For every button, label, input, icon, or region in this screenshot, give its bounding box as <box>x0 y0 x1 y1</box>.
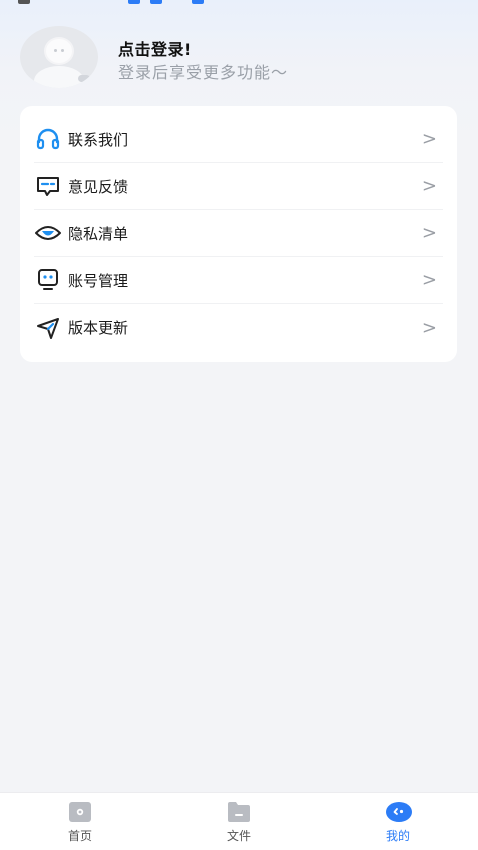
login-title[interactable]: 点击登录! <box>118 36 192 60</box>
app-notify-icon <box>128 0 140 4</box>
bottom-nav: 首页 文件 我的 <box>0 792 478 850</box>
menu-item-contact-us[interactable]: 联系我们 > <box>34 116 443 163</box>
menu-item-version-update[interactable]: 版本更新 > <box>34 304 443 351</box>
menu-item-label: 版本更新 <box>68 319 129 337</box>
feedback-icon <box>34 172 62 200</box>
folder-icon <box>226 801 252 823</box>
tab-home[interactable]: 首页 <box>40 799 120 847</box>
menu-item-account-management[interactable]: 账号管理 > <box>34 257 443 304</box>
eye-icon <box>34 219 62 247</box>
chevron-right-icon: > <box>421 317 437 338</box>
account-icon <box>34 266 62 294</box>
send-icon <box>34 314 62 342</box>
menu-item-label: 意见反馈 <box>68 177 129 196</box>
home-icon <box>67 801 93 823</box>
tab-files[interactable]: 文件 <box>199 799 279 847</box>
app-screen: 点击登录! 登录后享受更多功能～ 联系我们 > 意见反馈 > 隐私清单 > 账号… <box>0 0 478 850</box>
login-header[interactable]: 点击登录! 登录后享受更多功能～ <box>20 24 460 92</box>
chevron-right-icon: > <box>421 269 437 291</box>
app-notify-icon <box>150 0 162 4</box>
chevron-right-icon: > <box>421 128 437 150</box>
tab-label: 文件 <box>226 829 251 843</box>
headset-icon <box>34 125 62 153</box>
chevron-right-icon: > <box>421 222 437 244</box>
menu-item-label: 隐私清单 <box>68 224 129 243</box>
tab-label: 我的 <box>385 829 410 843</box>
menu-item-privacy-list[interactable]: 隐私清单 > <box>34 210 443 257</box>
avatar[interactable] <box>20 26 98 88</box>
menu-item-label: 联系我们 <box>68 130 129 149</box>
menu-item-feedback[interactable]: 意见反馈 > <box>34 163 443 210</box>
signal-icon <box>18 0 30 4</box>
app-notify-icon <box>192 0 204 4</box>
menu-item-label: 账号管理 <box>68 271 129 290</box>
tab-label: 首页 <box>67 829 92 843</box>
login-subtitle: 登录后享受更多功能～ <box>118 63 289 82</box>
status-bar <box>0 0 478 6</box>
chevron-right-icon: > <box>421 175 437 197</box>
settings-menu-card: 联系我们 > 意见反馈 > 隐私清单 > 账号管理 > 版本更新 > <box>20 106 457 362</box>
tab-mine[interactable]: 我的 <box>358 799 438 847</box>
mine-icon <box>385 801 412 823</box>
